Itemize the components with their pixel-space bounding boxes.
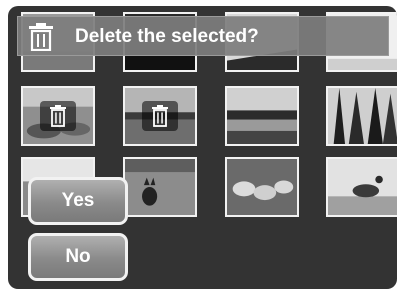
camera-screen: Delete the selected? Yes No [8,6,397,289]
yes-button[interactable]: Yes [28,177,128,225]
no-button[interactable]: No [28,233,128,281]
thumbnail[interactable] [326,157,397,217]
delete-prompt-text: Delete the selected? [75,26,259,47]
thumbnail[interactable] [326,86,397,146]
thumbnail[interactable] [123,157,197,217]
trash-icon [152,105,168,127]
thumbnail[interactable] [123,86,197,146]
selected-marker [40,101,76,131]
selected-marker [142,101,178,131]
thumbnail[interactable] [21,86,95,146]
trash-icon [29,23,53,51]
thumbnail[interactable] [225,86,299,146]
delete-confirm-banner: Delete the selected? [17,16,389,56]
trash-icon [50,105,66,127]
thumbnail[interactable] [225,157,299,217]
